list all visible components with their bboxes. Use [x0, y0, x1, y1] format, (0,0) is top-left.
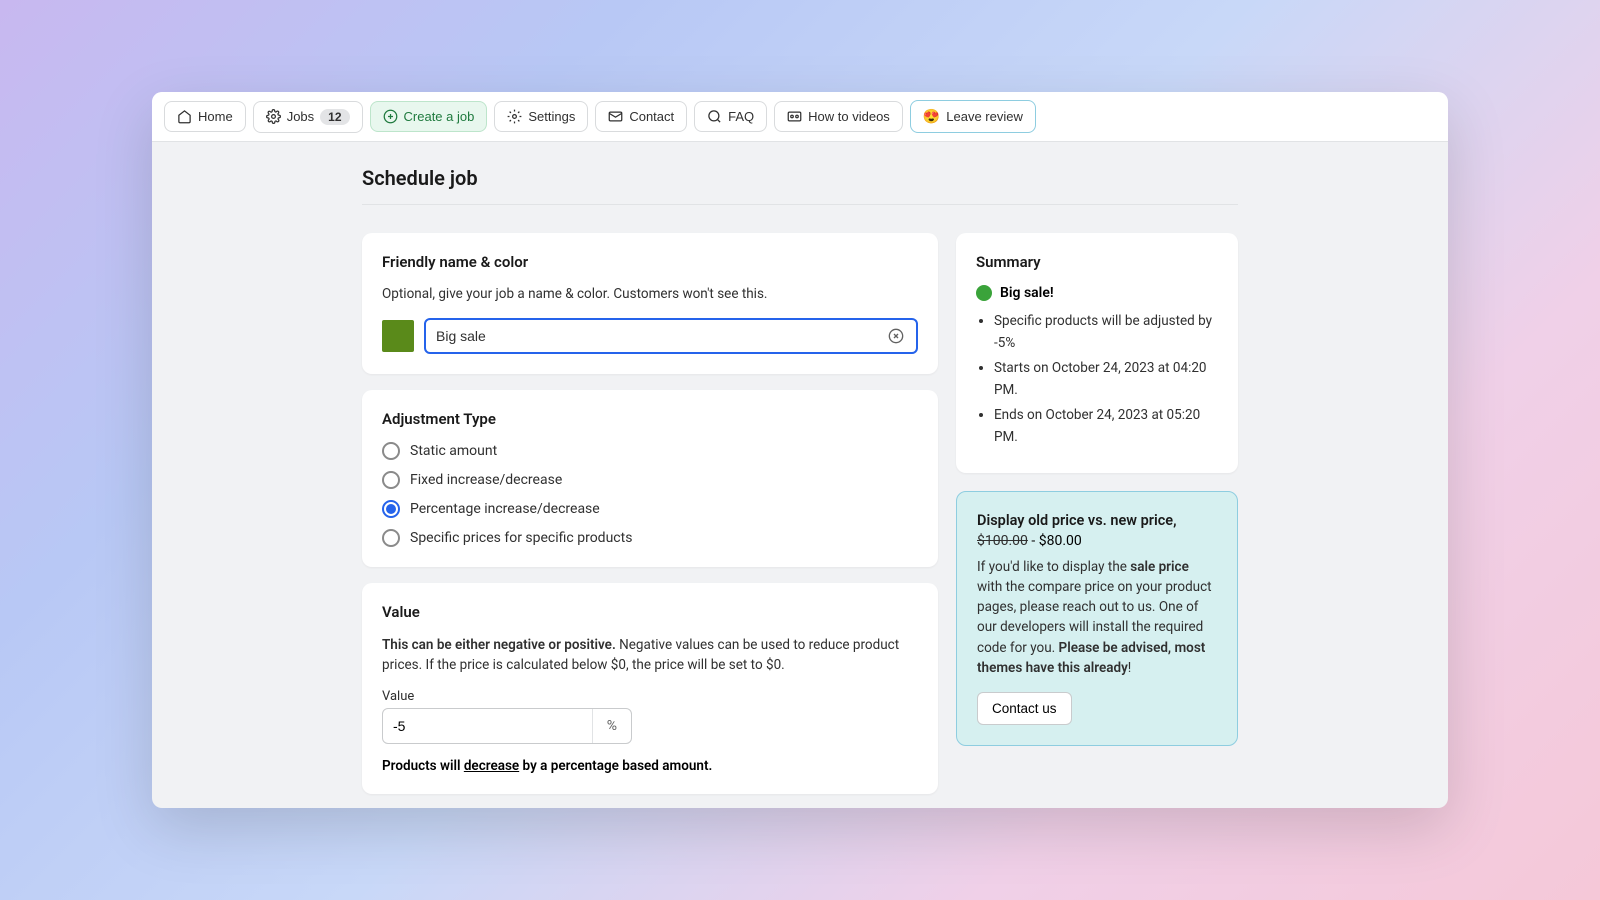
nav-review-label: Leave review: [946, 109, 1023, 124]
price-sep: -: [1028, 533, 1039, 549]
radio-percentage[interactable]: Percentage increase/decrease: [382, 500, 918, 518]
nav-contact[interactable]: Contact: [595, 101, 687, 132]
old-price: $100.00: [977, 533, 1028, 549]
divider: [362, 204, 1238, 205]
price-line: $100.00 - $80.00: [977, 533, 1217, 549]
content-area: Schedule job Friendly name & color Optio…: [152, 142, 1448, 808]
info-heading: Display old price vs. new price,: [977, 512, 1217, 529]
clear-name-button[interactable]: [886, 326, 906, 346]
radio-indicator: [382, 471, 400, 489]
jobs-count-badge: 12: [320, 109, 349, 125]
page-title: Schedule job: [362, 166, 1238, 190]
value-desc: This can be either negative or positive.…: [382, 635, 918, 676]
radio-static-amount[interactable]: Static amount: [382, 442, 918, 460]
radio-indicator: [382, 529, 400, 547]
radio-label: Static amount: [410, 443, 497, 459]
layout: Friendly name & color Optional, give you…: [362, 233, 1238, 808]
nav-jobs[interactable]: Jobs 12: [253, 101, 363, 133]
info-text-end: !: [1128, 660, 1131, 676]
info-card: Display old price vs. new price, $100.00…: [956, 491, 1238, 747]
value-desc-bold: This can be either negative or positive.: [382, 637, 616, 653]
nav-contact-label: Contact: [629, 109, 674, 124]
value-label: Value: [382, 689, 918, 704]
adjustment-card: Adjustment Type Static amount Fixed incr…: [362, 390, 938, 567]
clear-icon: [888, 328, 904, 344]
home-icon: [177, 109, 192, 124]
name-card-heading: Friendly name & color: [382, 253, 918, 271]
summary-title-row: Big sale!: [976, 285, 1218, 301]
nav-create-job[interactable]: Create a job: [370, 101, 488, 132]
info-text-bold1: sale price: [1130, 559, 1189, 575]
nav-review[interactable]: 😍 Leave review: [910, 100, 1036, 133]
summary-bullet: Starts on October 24, 2023 at 04:20 PM.: [994, 358, 1218, 401]
value-card: Value This can be either negative or pos…: [362, 583, 938, 795]
radio-indicator: [382, 500, 400, 518]
search-icon: [707, 109, 722, 124]
result-pre: Products will: [382, 758, 464, 774]
value-unit: %: [592, 709, 631, 743]
summary-list: Specific products will be adjusted by -5…: [976, 311, 1218, 449]
nav-home[interactable]: Home: [164, 101, 246, 132]
side-column: Summary Big sale! Specific products will…: [956, 233, 1238, 746]
result-u: decrease: [464, 758, 519, 774]
info-text-pre: If you'd like to display the: [977, 559, 1130, 575]
nav-create-label: Create a job: [404, 109, 475, 124]
summary-heading: Summary: [976, 253, 1218, 271]
mail-icon: [608, 109, 623, 124]
value-input[interactable]: [383, 718, 592, 734]
radio-label: Fixed increase/decrease: [410, 472, 562, 488]
summary-bullet: Ends on October 24, 2023 at 05:20 PM.: [994, 405, 1218, 448]
new-price: $80.00: [1039, 533, 1082, 549]
adjustment-heading: Adjustment Type: [382, 410, 918, 428]
result-post: by a percentage based amount.: [519, 758, 712, 774]
plus-circle-icon: [383, 109, 398, 124]
value-result: Products will decrease by a percentage b…: [382, 758, 918, 774]
nav-faq[interactable]: FAQ: [694, 101, 767, 132]
info-text: If you'd like to display the sale price …: [977, 557, 1217, 679]
job-name-input[interactable]: [436, 328, 886, 344]
nav-home-label: Home: [198, 109, 233, 124]
summary-color-dot: [976, 285, 992, 301]
name-input-wrap[interactable]: [424, 318, 918, 354]
contact-us-button[interactable]: Contact us: [977, 692, 1072, 725]
value-heading: Value: [382, 603, 918, 621]
color-swatch[interactable]: [382, 320, 414, 352]
nav-settings-label: Settings: [528, 109, 575, 124]
heart-eyes-icon: 😍: [923, 108, 940, 125]
radio-label: Percentage increase/decrease: [410, 501, 600, 517]
summary-bullet: Specific products will be adjusted by -5…: [994, 311, 1218, 354]
radio-indicator: [382, 442, 400, 460]
nav-settings[interactable]: Settings: [494, 101, 588, 132]
summary-card: Summary Big sale! Specific products will…: [956, 233, 1238, 473]
adjustment-radio-list: Static amount Fixed increase/decrease Pe…: [382, 442, 918, 547]
nav-jobs-label: Jobs: [287, 109, 314, 124]
main-column: Friendly name & color Optional, give you…: [362, 233, 938, 808]
app-window: Home Jobs 12 Create a job Settings Conta…: [152, 92, 1448, 808]
summary-job-name: Big sale!: [1000, 285, 1054, 301]
name-card: Friendly name & color Optional, give you…: [362, 233, 938, 374]
radio-specific[interactable]: Specific prices for specific products: [382, 529, 918, 547]
settings-icon: [507, 109, 522, 124]
value-input-wrap[interactable]: %: [382, 708, 632, 744]
name-card-sub: Optional, give your job a name & color. …: [382, 285, 918, 304]
name-row: [382, 318, 918, 354]
nav-faq-label: FAQ: [728, 109, 754, 124]
radio-label: Specific prices for specific products: [410, 530, 632, 546]
radio-fixed[interactable]: Fixed increase/decrease: [382, 471, 918, 489]
video-icon: [787, 109, 802, 124]
gear-icon: [266, 109, 281, 124]
nav-videos-label: How to videos: [808, 109, 890, 124]
nav-videos[interactable]: How to videos: [774, 101, 903, 132]
top-nav: Home Jobs 12 Create a job Settings Conta…: [152, 92, 1448, 142]
